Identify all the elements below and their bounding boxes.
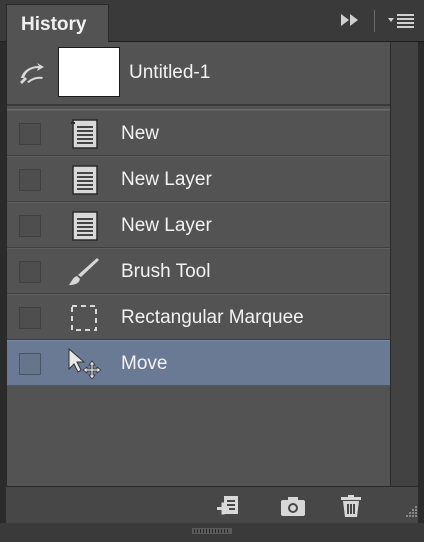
- history-source-checkbox[interactable]: [19, 353, 41, 375]
- history-panel: History Untitled-1 New New Layer New Lay…: [0, 0, 424, 542]
- history-state[interactable]: New Layer: [7, 202, 391, 248]
- collapse-panel-button[interactable]: [338, 10, 362, 30]
- panel-resize-handle[interactable]: [0, 523, 424, 542]
- brush-icon: [67, 255, 101, 289]
- panel-menu-button[interactable]: [386, 10, 416, 32]
- header-separator: [374, 10, 375, 32]
- delete-state-button[interactable]: [337, 493, 365, 519]
- marquee-icon: [67, 301, 101, 335]
- panel-footer: [6, 486, 418, 523]
- flyout-menu-icon: [388, 14, 414, 28]
- history-state[interactable]: New Layer: [7, 156, 391, 202]
- drag-handle-icon: [192, 528, 232, 534]
- resize-grip-icon: [406, 506, 417, 517]
- document-icon: [67, 209, 101, 243]
- snapshot-thumbnail: [58, 47, 120, 97]
- history-state-label: Move: [121, 353, 168, 374]
- create-snapshot-button[interactable]: [279, 493, 307, 519]
- history-state-label: New: [121, 123, 160, 144]
- history-state[interactable]: New: [7, 110, 391, 156]
- history-source-checkbox[interactable]: [19, 307, 41, 329]
- panel-header: History: [0, 0, 424, 42]
- new-document-from-state-button[interactable]: [214, 493, 242, 519]
- double-chevron-right-icon: [341, 14, 358, 26]
- history-state-selected[interactable]: Move: [7, 340, 391, 386]
- history-source-checkbox[interactable]: [19, 261, 41, 283]
- resize-grip[interactable]: [404, 505, 418, 519]
- vertical-scrollbar[interactable]: [390, 42, 418, 486]
- tab-history-label: History: [21, 14, 87, 35]
- move-tool-icon: [67, 347, 102, 381]
- history-source-checkbox[interactable]: [19, 169, 41, 191]
- history-state-label: Rectangular Marquee: [121, 307, 304, 328]
- snapshot-name: Untitled-1: [129, 62, 211, 83]
- trash-icon: [341, 495, 361, 517]
- history-state[interactable]: Brush Tool: [7, 248, 391, 294]
- history-state[interactable]: Rectangular Marquee: [7, 294, 391, 340]
- snapshot-row[interactable]: Untitled-1: [7, 42, 391, 104]
- history-state-label: New Layer: [121, 215, 212, 236]
- camera-icon: [281, 497, 305, 516]
- document-icon: [67, 163, 101, 197]
- tab-history[interactable]: History: [6, 4, 109, 42]
- history-brush-icon: [20, 63, 44, 84]
- history-state-label: Brush Tool: [121, 261, 211, 282]
- history-list: Untitled-1 New New Layer New Layer Brush…: [6, 42, 391, 486]
- history-state-label: New Layer: [121, 169, 212, 190]
- history-states: New New Layer New Layer Brush Tool Recta…: [7, 110, 391, 386]
- snapshot-source-icon[interactable]: [17, 60, 47, 86]
- document-icon: [67, 117, 101, 151]
- history-source-checkbox[interactable]: [19, 123, 41, 145]
- new-document-from-state-icon: [217, 496, 238, 515]
- history-source-checkbox[interactable]: [19, 215, 41, 237]
